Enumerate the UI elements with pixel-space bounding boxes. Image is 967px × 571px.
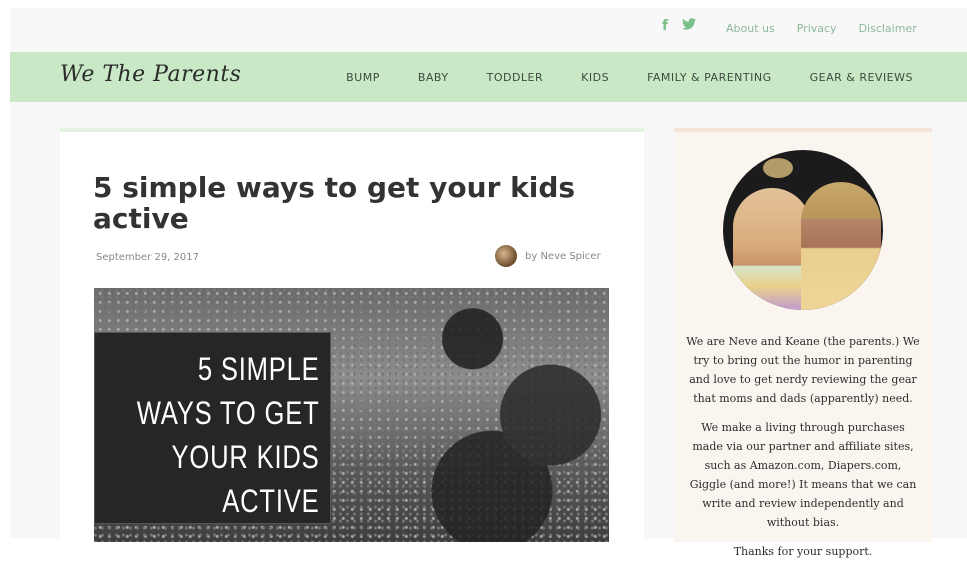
sidebar-paragraph-1: We are Neve and Keane (the parents.) We … bbox=[686, 335, 920, 405]
article-author[interactable]: by Neve Spicer bbox=[495, 245, 601, 267]
nav-family-parenting[interactable]: FAMILY & PARENTING bbox=[647, 71, 772, 84]
parents-photo bbox=[723, 150, 883, 310]
top-links: About us Privacy Disclaimer bbox=[726, 22, 917, 35]
disclaimer-link[interactable]: Disclaimer bbox=[859, 22, 917, 35]
author-name: by Neve Spicer bbox=[525, 250, 601, 262]
nav-bump[interactable]: BUMP bbox=[346, 71, 380, 84]
photo-light bbox=[763, 158, 793, 178]
privacy-link[interactable]: Privacy bbox=[797, 22, 837, 35]
facebook-icon[interactable]: f bbox=[662, 18, 668, 34]
nav-kids[interactable]: KIDS bbox=[581, 71, 609, 84]
author-avatar bbox=[495, 245, 517, 267]
photo-person-keane bbox=[801, 182, 881, 310]
nav-gear-reviews[interactable]: GEAR & REVIEWS bbox=[810, 71, 913, 84]
hero-tree-foliage bbox=[414, 288, 609, 542]
main-menu: BUMP BABY TODDLER KIDS FAMILY & PARENTIN… bbox=[346, 71, 913, 84]
photo-person-neve bbox=[733, 188, 811, 310]
hero-caption-text: 5 SIMPLE WAYS TO GET YOUR KIDS ACTIVE bbox=[137, 351, 320, 519]
sidebar-about-text: We are Neve and Keane (the parents.) We … bbox=[686, 332, 920, 571]
top-bar: f About us Privacy Disclaimer bbox=[10, 8, 967, 52]
social-links: f bbox=[662, 18, 697, 34]
hero-image: 5 SIMPLE WAYS TO GET YOUR KIDS ACTIVE bbox=[94, 288, 609, 542]
sidebar-paragraph-2: We make a living through purchases made … bbox=[689, 421, 917, 529]
site-logo[interactable]: We The Parents bbox=[60, 62, 241, 87]
sidebar-paragraph-3: Thanks for your support. bbox=[733, 545, 873, 558]
twitter-icon[interactable] bbox=[682, 18, 697, 34]
main-navbar: We The Parents BUMP BABY TODDLER KIDS FA… bbox=[10, 52, 967, 102]
nav-toddler[interactable]: TODDLER bbox=[487, 71, 544, 84]
article-date: September 29, 2017 bbox=[96, 252, 199, 263]
about-us-link[interactable]: About us bbox=[726, 22, 775, 35]
article-title: 5 simple ways to get your kids active bbox=[93, 171, 576, 235]
nav-baby[interactable]: BABY bbox=[418, 71, 449, 84]
sidebar-about: We are Neve and Keane (the parents.) We … bbox=[674, 128, 932, 558]
article-card: 5 simple ways to get your kids active Se… bbox=[60, 128, 644, 542]
hero-caption-box: 5 SIMPLE WAYS TO GET YOUR KIDS ACTIVE bbox=[94, 332, 331, 524]
